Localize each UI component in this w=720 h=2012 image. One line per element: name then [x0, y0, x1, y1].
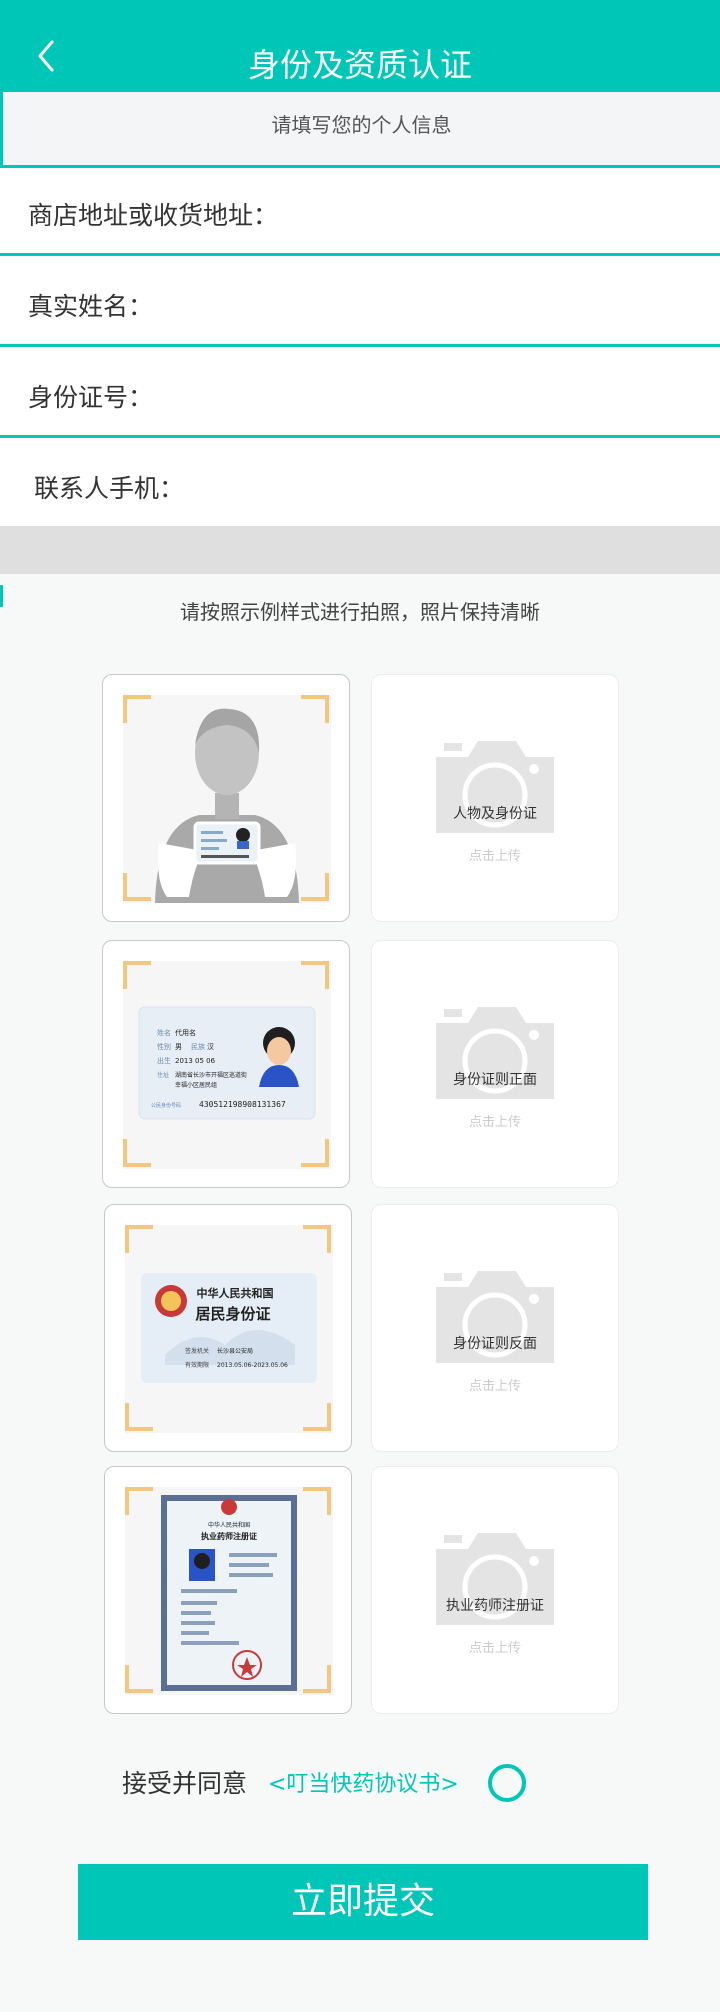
agreement-checkbox[interactable] — [488, 1764, 526, 1802]
frame-corner — [301, 961, 329, 989]
name-input[interactable] — [270, 279, 690, 327]
id-number-label: 身份证号： — [28, 383, 154, 412]
upload-hint: 点击上传 — [468, 849, 521, 864]
frame-corner — [123, 961, 151, 989]
upload-hint: 点击上传 — [468, 1641, 521, 1656]
id-front-sex-key: 性别 — [157, 1042, 171, 1051]
sample-person-with-id — [102, 674, 350, 922]
address-field: 商店地址或收货地址： — [0, 168, 720, 256]
id-front-sex-val: 男 — [175, 1043, 182, 1051]
frame-corner — [125, 1665, 153, 1693]
id-front-name-val: 代用名 — [175, 1028, 196, 1037]
id-back-authority-key: 签发机关 — [185, 1347, 209, 1355]
sample-id-front: 姓名 代用名 性别 男 民族 汉 出生 2013 05 06 住址 湖南省长沙市… — [102, 940, 350, 1188]
frame-corner — [303, 1403, 331, 1431]
frame-corner — [301, 1139, 329, 1167]
id-back-authority-val: 长沙县公安局 — [217, 1347, 253, 1355]
frame-corner — [301, 695, 329, 723]
name-label: 真实姓名： — [28, 292, 154, 321]
upload-label: 人物及身份证 — [453, 806, 537, 822]
id-number-input[interactable] — [270, 370, 690, 418]
frame-corner — [125, 1403, 153, 1431]
id-front-birth-val: 2013 05 06 — [175, 1057, 216, 1065]
frame-corner — [123, 873, 151, 901]
frame-corner — [123, 1139, 151, 1167]
sample-id-back: 中华人民共和国 居民身份证 签发机关 长沙县公安局 有效期限 2013.05.0… — [104, 1204, 352, 1452]
cert-title: 执业药师注册证 — [201, 1531, 257, 1541]
upload-person-with-id[interactable]: 人物及身份证 点击上传 — [371, 674, 619, 922]
id-back-card-name: 居民身份证 — [195, 1305, 270, 1323]
id-front-addr-val: 湖南省长沙市开福区巡道街 — [175, 1071, 247, 1079]
id-front-addr-key: 住址 — [157, 1071, 169, 1079]
phone-input[interactable] — [270, 461, 690, 509]
id-back-country: 中华人民共和国 — [197, 1286, 274, 1300]
sample-pharmacist-certificate: 中华人民共和国 执业药师注册证 — [104, 1466, 352, 1714]
id-front-number-val: 430512198908131367 — [199, 1100, 286, 1109]
section-header-text: 请填写您的个人信息 — [271, 113, 452, 137]
submit-button[interactable]: 立即提交 — [78, 1864, 648, 1940]
id-number-field: 身份证号： — [0, 350, 720, 438]
upload-hint: 点击上传 — [468, 1115, 521, 1130]
id-front-name-key: 姓名 — [157, 1028, 171, 1037]
frame-corner — [303, 1665, 331, 1693]
upload-hint: 点击上传 — [468, 1379, 521, 1394]
frame-corner — [301, 873, 329, 901]
id-front-number-key: 公民身份号码 — [151, 1102, 181, 1109]
section-divider — [0, 526, 720, 574]
upload-label: 执业药师注册证 — [446, 1598, 544, 1614]
id-back-validity-key: 有效期限 — [185, 1361, 209, 1369]
phone-field: 联系人手机： — [0, 441, 720, 526]
upload-pharmacist-certificate[interactable]: 执业药师注册证 点击上传 — [371, 1466, 619, 1714]
frame-corner — [303, 1487, 331, 1515]
cert-country: 中华人民共和国 — [208, 1521, 250, 1529]
id-front-addr-val2: 幸福小区居民组 — [175, 1081, 217, 1089]
name-field: 真实姓名： — [0, 259, 720, 347]
app-header: 身份及资质认证 — [0, 0, 720, 92]
frame-corner — [303, 1225, 331, 1253]
frame-corner — [123, 695, 151, 723]
agreement-link[interactable]: <叮当快药协议书> — [268, 1766, 459, 1798]
section-header: 请填写您的个人信息 — [0, 92, 720, 168]
agreement-prefix: 接受并同意 — [122, 1769, 248, 1798]
upload-id-back[interactable]: 身份证则反面 点击上传 — [371, 1204, 619, 1452]
upload-label: 身份证则正面 — [453, 1072, 537, 1088]
id-front-ethnic-val: 汉 — [207, 1043, 214, 1051]
address-input[interactable] — [270, 188, 690, 236]
page-title: 身份及资质认证 — [247, 46, 472, 84]
id-front-birth-key: 出生 — [157, 1056, 171, 1065]
upload-label: 身份证则反面 — [453, 1336, 537, 1352]
phone-label: 联系人手机： — [34, 474, 185, 503]
upload-id-front[interactable]: 身份证则正面 点击上传 — [371, 940, 619, 1188]
photo-hint: 请按照示例样式进行拍照，照片保持清晰 — [180, 600, 540, 624]
id-back-validity-val: 2013.05.06-2023.05.06 — [217, 1362, 288, 1369]
frame-corner — [125, 1225, 153, 1253]
address-label: 商店地址或收货地址： — [28, 201, 279, 230]
id-front-ethnic-key: 民族 — [191, 1042, 205, 1051]
frame-corner — [125, 1487, 153, 1515]
